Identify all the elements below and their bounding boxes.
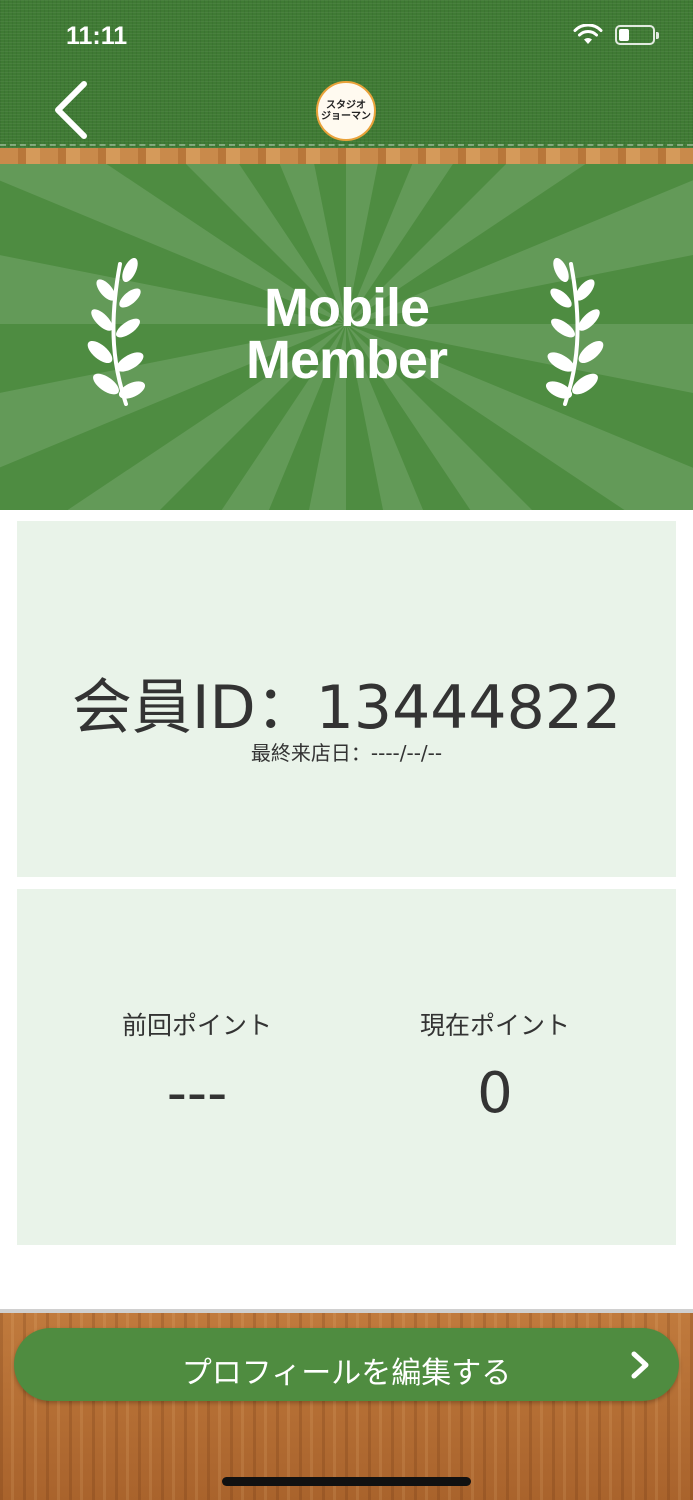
banner-title-line2: Member: [245, 330, 448, 390]
banner-title: Mobile Member: [0, 278, 693, 390]
home-indicator[interactable]: [222, 1477, 471, 1486]
points-card: 前回ポイント --- 現在ポイント 0: [17, 889, 676, 1245]
logo-text-line2: ジョーマン: [321, 111, 371, 122]
status-time: 11:11: [66, 22, 128, 50]
logo-text-line1: スタジオ: [326, 100, 366, 111]
edit-profile-button[interactable]: プロフィールを編集する: [14, 1328, 679, 1401]
member-id: 会員ID：13444822: [71, 673, 622, 743]
battery-level: [619, 29, 629, 41]
banner-title-line1: Mobile: [264, 278, 430, 338]
current-points-value: 0: [477, 1061, 513, 1126]
status-icons: [573, 24, 659, 46]
edit-profile-label: プロフィールを編集する: [181, 1356, 512, 1391]
mobile-member-banner: Mobile Member: [0, 164, 693, 510]
member-id-card: 会員ID：13444822 最終来店日：----/--/--: [17, 521, 676, 877]
last-visit-date: 最終来店日：----/--/--: [250, 741, 443, 765]
previous-points-label: 前回ポイント: [121, 1011, 272, 1040]
chevron-right-icon: [631, 1351, 649, 1379]
header-stitch: [0, 144, 693, 146]
app-header: 11:11 スタジオ ジョーマン: [0, 0, 693, 148]
store-logo: スタジオ ジョーマン: [316, 81, 376, 141]
wifi-icon: [573, 24, 603, 44]
previous-points-value: ---: [166, 1061, 228, 1126]
back-button[interactable]: [48, 78, 96, 142]
wood-strip: [0, 148, 693, 164]
battery-icon: [615, 25, 659, 45]
current-points-label: 現在ポイント: [419, 1011, 570, 1040]
